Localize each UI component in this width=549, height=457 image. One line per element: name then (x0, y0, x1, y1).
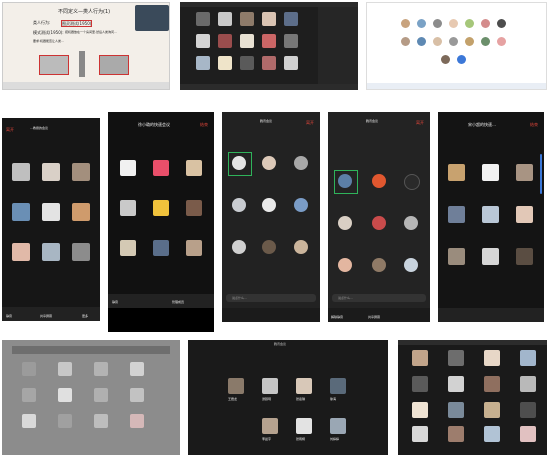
end-button[interactable]: 结束 (200, 122, 208, 127)
video-grid (196, 12, 302, 80)
taskbar (367, 83, 546, 89)
slide-line2-rest: 把机器放在一个房间里,然后人类询问… (65, 30, 117, 34)
slide-taskbar (3, 82, 169, 89)
shot-phone-5: 宋小超的快速… 结束 (438, 112, 544, 322)
slide-line3: 要求:机器能否让人类… (33, 39, 65, 43)
chat-input-placeholder: 说点什么… (338, 296, 354, 300)
shot-phone-3: 腾讯会议 离开 说点什么… (222, 112, 320, 322)
video-grid (22, 362, 162, 442)
shot-phone-2: 徐小璐的快速会议 结束 静音 管理成员 (108, 112, 214, 332)
toolbar-label-1[interactable]: 静音 (112, 301, 118, 304)
android-navbar (108, 308, 214, 332)
slide-title: 不同定义—类人行为(1) (58, 9, 111, 15)
slide-diagram (39, 51, 139, 77)
participant-name-2: 谭颖玥 (262, 397, 272, 401)
shot-light-circle-gallery (366, 2, 547, 90)
toolbar-label-1[interactable]: 静音 (6, 315, 12, 318)
scroll-indicator[interactable] (540, 154, 542, 194)
leave-button[interactable]: 离开 (416, 120, 424, 125)
participant-name-7: 刘婷婷 (330, 437, 340, 441)
slide-line2-label: 模式测试(1950): (33, 30, 64, 35)
bottom-toolbar (222, 308, 320, 322)
toolbar-label-1[interactable]: 解除静音 (331, 316, 343, 319)
titlebar (12, 346, 170, 354)
participant-name-6: 张雨桐 (296, 437, 306, 441)
participant-name-1: 王霞龙 (228, 397, 238, 401)
member-panel (318, 7, 358, 84)
leave-button[interactable]: 离开 (6, 127, 14, 132)
chat-input-placeholder: 说点什么… (232, 296, 248, 300)
shot-desktop-named: 腾讯会议 王霞龙 谭颖玥 张嘉琪 徐海 李晨宇 张雨桐 刘婷婷 (188, 340, 388, 455)
shot-desktop-gallery-dark (180, 2, 358, 90)
slide-line1-value: 图灵测试(1950) (61, 20, 93, 27)
shot-desktop-gallery-2 (398, 340, 547, 455)
meeting-title: 徐小璐的快速会议 (138, 122, 170, 127)
bottom-toolbar (108, 294, 214, 308)
meeting-title: 腾讯会议 (260, 119, 273, 123)
shot-slide-presentation: 不同定义—类人行为(1) 类人行为: 图灵测试(1950) 模式测试(1950)… (2, 2, 170, 90)
toolbar-label-3[interactable]: 共享屏幕 (40, 315, 52, 318)
titlebar (398, 340, 547, 345)
bottom-toolbar (438, 308, 544, 322)
meeting-title: 腾讯会议 (366, 119, 379, 123)
toolbar (180, 84, 358, 90)
presenter-video (135, 5, 169, 31)
participant-name-5: 李晨宇 (262, 437, 272, 441)
participant-name-4: 徐海 (330, 397, 337, 401)
shot-phone-1: 离开 …教授的会议 静音 共享屏幕 更多 (2, 118, 100, 321)
slide-line1-label: 类人行为: (33, 20, 51, 25)
meeting-title: …教授的会议 (30, 126, 49, 130)
toolbar-label-4[interactable]: 管理成员 (172, 301, 184, 304)
video-grid (412, 350, 540, 446)
participant-name-3: 张嘉琪 (296, 397, 306, 401)
shot-phone-4: 腾讯会议 离开 说点什么… 解除静音 共享屏幕 (328, 112, 430, 322)
window-title: 腾讯会议 (274, 342, 287, 346)
leave-button[interactable]: 离开 (306, 120, 314, 125)
toolbar-label-3[interactable]: 共享屏幕 (368, 316, 380, 319)
shot-tablet-gallery (2, 340, 180, 455)
circle-avatars (401, 19, 521, 67)
end-button[interactable]: 结束 (530, 122, 538, 127)
meeting-title: 宋小超的快速… (468, 122, 496, 127)
toolbar-label-5[interactable]: 更多 (82, 315, 88, 318)
